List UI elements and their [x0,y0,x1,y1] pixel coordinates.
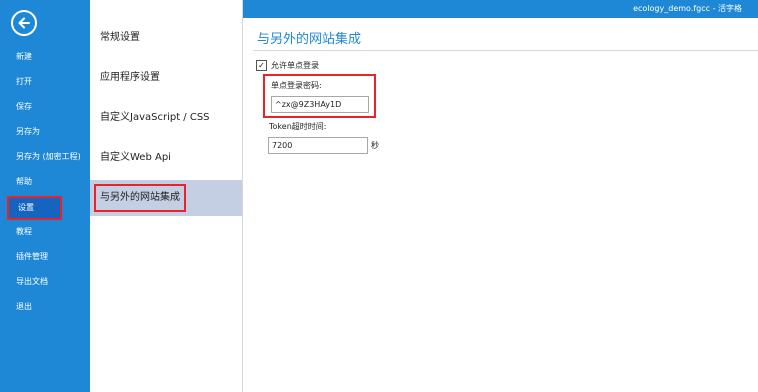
backstage-item-exit[interactable]: 退出 [0,296,90,318]
page-title: 与另外的网站集成 [257,32,362,47]
allow-sso-label: 允许单点登录 [271,61,319,70]
token-timeout-unit: 秒 [371,141,379,150]
sso-password-label: 单点登录密码: [271,81,322,90]
backstage-item-new[interactable]: 新建 [0,46,90,68]
sso-password-highlight: 单点登录密码: [263,74,376,118]
backstage-item-open[interactable]: 打开 [0,71,90,93]
settings-nav-label: 自定义JavaScript / CSS [100,112,210,123]
backstage-item-settings[interactable]: 设置 [7,196,62,220]
settings-nav-label: 自定义Web Api [100,152,171,163]
backstage-item-help[interactable]: 帮助 [0,171,90,193]
settings-nav-custom-js-css[interactable]: 自定义JavaScript / CSS [90,100,242,136]
sso-password-input[interactable] [271,96,369,113]
back-button[interactable] [11,10,37,36]
arrow-left-icon [18,17,30,29]
token-timeout-input[interactable] [268,137,368,154]
settings-content: ecology_demo.fgcc - 活字格 与另外的网站集成 ✓ 允许单点登… [243,0,758,392]
settings-nav-label: 应用程序设置 [100,72,160,83]
settings-nav-label: 与另外的网站集成 [94,184,186,212]
settings-nav-general[interactable]: 常规设置 [90,20,242,56]
allow-sso-checkbox[interactable]: ✓ 允许单点登录 [256,60,319,71]
settings-nav-website-integration[interactable]: 与另外的网站集成 [90,180,242,216]
checkbox-checked-icon[interactable]: ✓ [256,60,267,71]
backstage-item-save-as[interactable]: 另存为 [0,121,90,143]
settings-nav-custom-web-api[interactable]: 自定义Web Api [90,140,242,176]
settings-nav-label: 常规设置 [100,32,140,43]
window-title-bar: ecology_demo.fgcc - 活字格 [243,0,758,18]
window-title: ecology_demo.fgcc - 活字格 [633,4,742,13]
backstage-item-save-as-encrypted[interactable]: 另存为 (加密工程) [0,146,90,168]
title-divider [253,50,758,51]
settings-nav-app[interactable]: 应用程序设置 [90,60,242,96]
backstage-item-tutorial[interactable]: 教程 [0,221,90,243]
backstage-item-plugin-manager[interactable]: 插件管理 [0,246,90,268]
settings-nav: 常规设置 应用程序设置 自定义JavaScript / CSS 自定义Web A… [90,0,243,392]
backstage-sidebar: 新建 打开 保存 另存为 另存为 (加密工程) 帮助 设置 教程 插件管理 导出… [0,0,90,392]
backstage-item-export-docs[interactable]: 导出文档 [0,271,90,293]
token-timeout-label: Token超时时间: [269,122,327,131]
backstage-item-save[interactable]: 保存 [0,96,90,118]
